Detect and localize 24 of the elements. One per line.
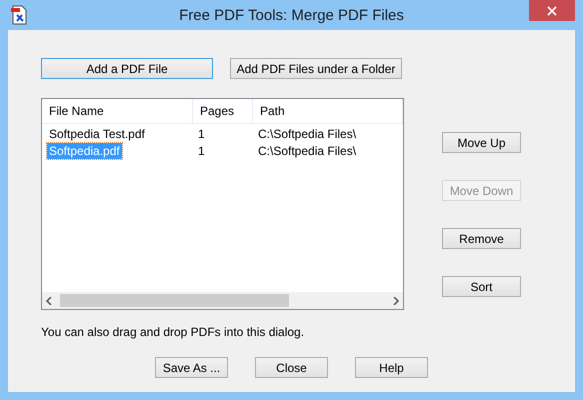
add-button[interactable]: Add PDF Files under a Folder — [230, 58, 402, 79]
dialog-button[interactable]: Close — [255, 357, 328, 378]
table-cell: C:\Softpedia Files\ — [258, 144, 356, 158]
column-header[interactable]: Path — [253, 99, 403, 123]
scroll-thumb[interactable] — [60, 294, 289, 307]
table-cell: 1 — [198, 144, 205, 158]
scroll-left-icon[interactable] — [46, 296, 52, 304]
horizontal-scrollbar[interactable] — [42, 292, 403, 309]
column-header[interactable]: Pages — [193, 99, 253, 123]
scroll-right-icon[interactable] — [393, 296, 399, 304]
list-action-button[interactable]: Remove — [442, 228, 521, 249]
list-action-button[interactable]: Move Up — [442, 132, 521, 153]
close-icon[interactable] — [529, 0, 575, 21]
column-header[interactable]: File Name — [42, 99, 193, 123]
table-cell: C:\Softpedia Files\ — [258, 126, 356, 140]
file-name-cell[interactable]: Softpedia Test.pdf — [47, 126, 147, 142]
dialog-button[interactable]: Save As ... — [155, 357, 228, 378]
hint-text: You can also drag and drop PDFs into this dialog. — [41, 325, 306, 339]
list-action-button[interactable]: Sort — [442, 276, 521, 297]
table-cell: 1 — [198, 126, 205, 140]
add-button[interactable]: Add a PDF File — [41, 58, 213, 79]
window-title: Free PDF Tools: Merge PDF Files — [178, 6, 405, 24]
dialog-button[interactable]: Help — [355, 357, 428, 378]
pdf-tools-icon — [10, 5, 28, 25]
